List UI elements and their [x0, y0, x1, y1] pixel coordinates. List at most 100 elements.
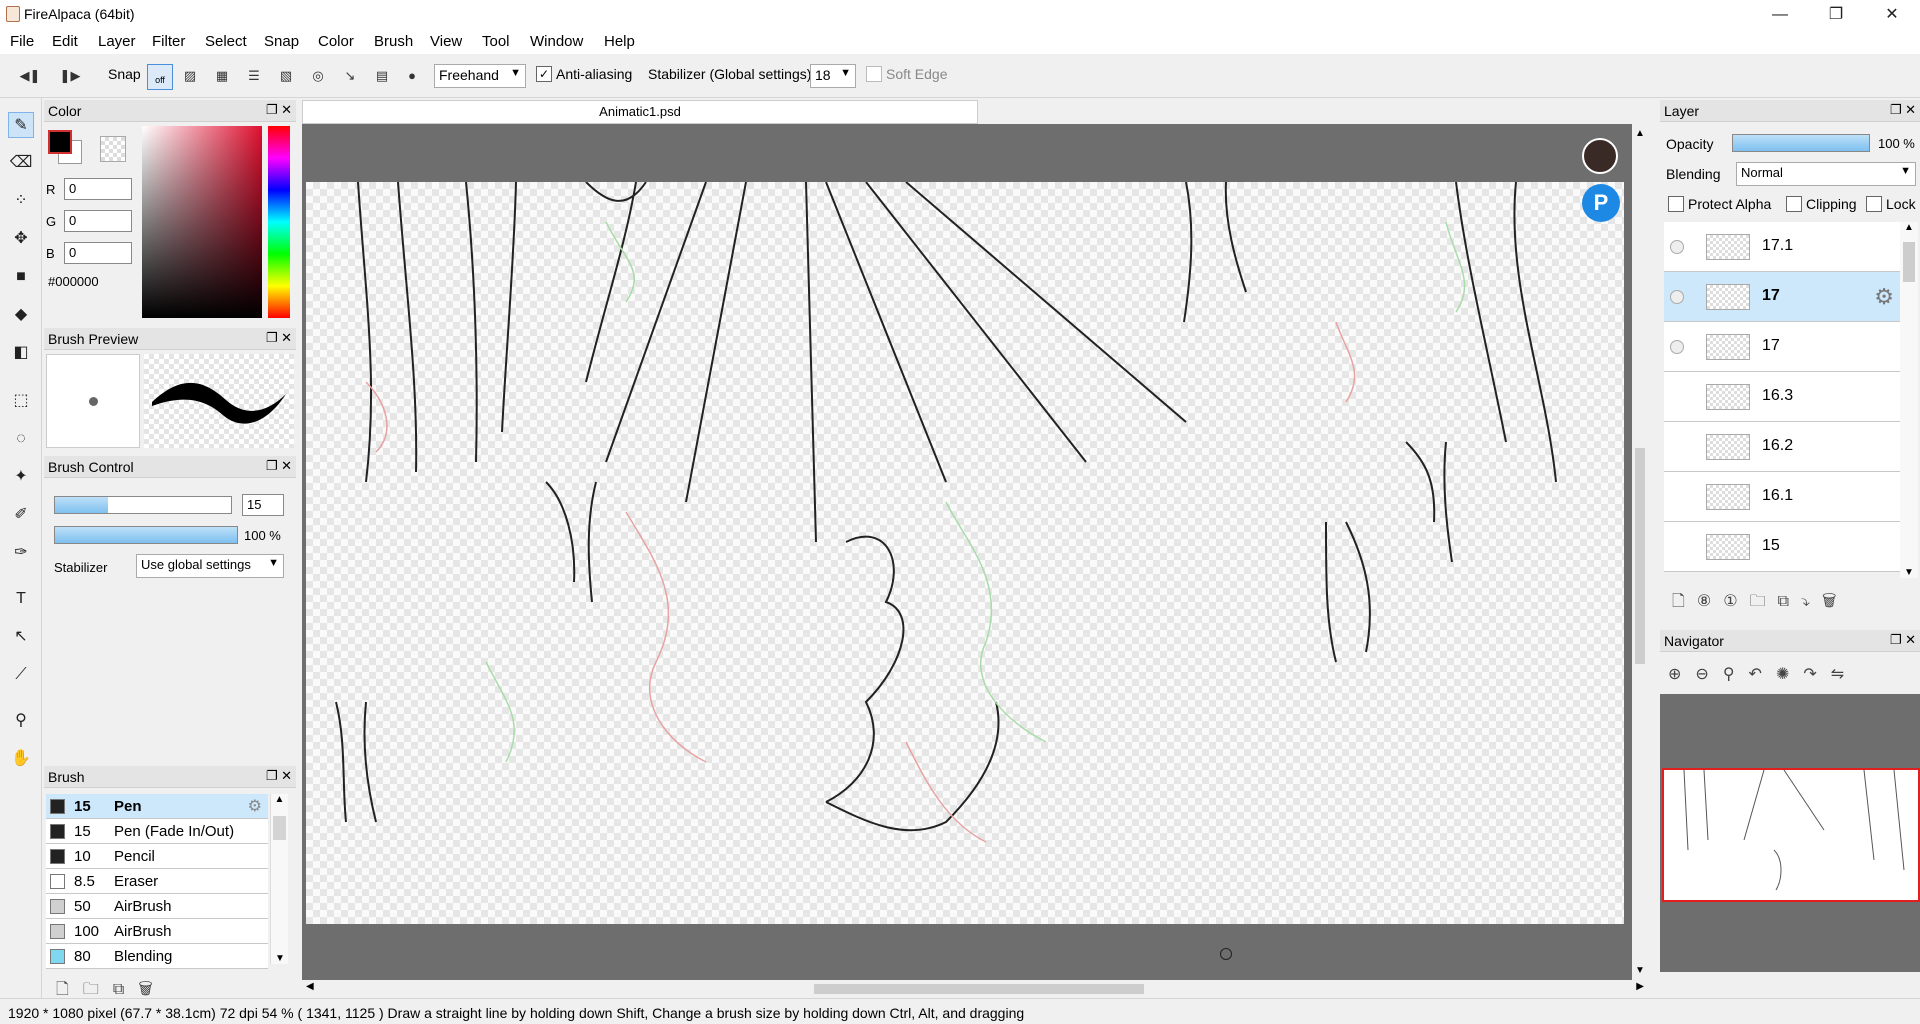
rotate-left-icon[interactable]: ↶: [1749, 666, 1776, 683]
brush-list-item[interactable]: 10 Pencil: [46, 844, 268, 869]
horizontal-scroll-thumb[interactable]: [814, 984, 1144, 994]
pixiv-icon[interactable]: P: [1582, 184, 1620, 222]
menu-filter[interactable]: Filter: [152, 33, 185, 50]
snap-parallel-icon[interactable]: ▨: [178, 64, 202, 88]
canvas-horizontal-scrollbar[interactable]: ◀ ▶: [302, 980, 1648, 998]
scroll-thumb[interactable]: [273, 816, 286, 840]
snap-crisscross-icon[interactable]: ☰: [242, 64, 266, 88]
firealpaca-mascot-icon[interactable]: [1582, 138, 1618, 174]
lasso-tool-icon[interactable]: ◌: [8, 426, 34, 452]
saturation-value-picker[interactable]: [142, 126, 262, 318]
panel-float-close-icons[interactable]: ❐ ✕: [1890, 632, 1916, 648]
new-layer-icon[interactable]: 🗋: [1672, 593, 1697, 610]
scroll-down-icon[interactable]: ▼: [1632, 965, 1648, 976]
scroll-up-icon[interactable]: ▲: [1632, 128, 1648, 139]
brush-list-item[interactable]: 100 AirBrush: [46, 919, 268, 944]
layer-visibility-icon[interactable]: [1670, 340, 1684, 354]
select-pen-tool-icon[interactable]: ✐: [8, 502, 34, 528]
flip-horizontal-icon[interactable]: ⇋: [1831, 666, 1858, 683]
layer-row[interactable]: 17: [1664, 322, 1900, 372]
new-brush-icon[interactable]: 🗋: [56, 981, 83, 998]
previous-frame-icon[interactable]: ◀❚: [18, 64, 42, 88]
brush-list-item[interactable]: 50 AirBrush: [46, 894, 268, 919]
snap-off-button[interactable]: off: [147, 64, 173, 90]
select-tool-icon[interactable]: ⬚: [8, 388, 34, 414]
blue-field[interactable]: 0: [64, 242, 132, 264]
maximize-button[interactable]: ❐: [1808, 0, 1864, 30]
menu-brush[interactable]: Brush: [374, 33, 413, 50]
folder-icon[interactable]: 🗀: [83, 981, 113, 998]
rotate-right-icon[interactable]: ↷: [1803, 666, 1830, 683]
rotate-reset-icon[interactable]: ✺: [1776, 666, 1803, 683]
fill-tool-icon[interactable]: ◆: [8, 302, 34, 328]
hue-slider[interactable]: [268, 126, 290, 318]
layer-row[interactable]: 15: [1664, 522, 1900, 572]
transparent-color-swatch[interactable]: [100, 136, 126, 162]
scroll-up-icon[interactable]: ▲: [271, 794, 288, 805]
zoom-out-icon[interactable]: ⊖: [1695, 666, 1722, 683]
scroll-down-icon[interactable]: ▼: [1900, 567, 1918, 578]
protect-alpha-checkbox[interactable]: [1668, 196, 1684, 212]
clipping-checkbox[interactable]: [1786, 196, 1802, 212]
scroll-up-icon[interactable]: ▲: [1900, 222, 1918, 233]
canvas-vertical-scrollbar[interactable]: ▲ ▼: [1632, 124, 1648, 980]
minimize-button[interactable]: —: [1752, 0, 1808, 30]
eraser-tool-icon[interactable]: ⌫: [8, 150, 34, 176]
brush-list-item[interactable]: 15 Pen ⚙: [46, 794, 268, 819]
panel-float-close-icons[interactable]: ❐ ✕: [266, 102, 292, 118]
brush-tool-icon[interactable]: ✎: [8, 112, 34, 138]
layer-settings-gear-icon[interactable]: ⚙: [1874, 284, 1894, 310]
zoom-reset-icon[interactable]: ⚲: [1723, 666, 1749, 683]
snap-concentric-icon[interactable]: ◎: [306, 64, 330, 88]
layer-row[interactable]: 16.2: [1664, 422, 1900, 472]
next-frame-icon[interactable]: ❚▶: [58, 64, 82, 88]
menu-edit[interactable]: Edit: [52, 33, 78, 50]
layer-row[interactable]: 17 ⚙: [1664, 272, 1900, 322]
snap-curve-icon[interactable]: ↘: [338, 64, 362, 88]
document-tab[interactable]: Animatic1.psd: [302, 100, 978, 124]
menu-select[interactable]: Select: [205, 33, 247, 50]
brush-size-slider[interactable]: [54, 496, 232, 514]
snap-settings-dot-icon[interactable]: ●: [400, 64, 424, 88]
brush-list-item[interactable]: 8.5 Eraser: [46, 869, 268, 894]
draw-mode-dropdown[interactable]: Freehand ▼: [434, 64, 526, 88]
shape-tool-icon[interactable]: ■: [8, 264, 34, 290]
menu-snap[interactable]: Snap: [264, 33, 299, 50]
drawing-canvas[interactable]: [306, 182, 1624, 924]
hand-tool-icon[interactable]: ✋: [8, 746, 34, 772]
scroll-down-icon[interactable]: ▼: [271, 953, 289, 964]
vertical-scroll-thumb[interactable]: [1635, 448, 1645, 664]
brush-list-scrollbar[interactable]: ▲ ▼: [270, 794, 288, 964]
panel-float-close-icons[interactable]: ❐ ✕: [266, 330, 292, 346]
panel-float-close-icons[interactable]: ❐ ✕: [266, 768, 292, 784]
menu-help[interactable]: Help: [604, 33, 635, 50]
menu-file[interactable]: File: [10, 33, 34, 50]
select-eraser-tool-icon[interactable]: ✑: [8, 540, 34, 566]
layer-row[interactable]: 16.3: [1664, 372, 1900, 422]
new-1bit-layer-icon[interactable]: ①: [1723, 593, 1749, 610]
panel-float-close-icons[interactable]: ❐ ✕: [1890, 102, 1916, 118]
layer-visibility-icon[interactable]: [1670, 240, 1684, 254]
eyedropper-tool-icon[interactable]: ⚲: [8, 708, 34, 734]
delete-brush-icon[interactable]: 🗑: [138, 981, 166, 998]
brush-list-item[interactable]: 15 Pen (Fade In/Out): [46, 819, 268, 844]
close-button[interactable]: ✕: [1864, 0, 1920, 30]
red-field[interactable]: 0: [64, 178, 132, 200]
operation-tool-icon[interactable]: ↖: [8, 624, 34, 650]
stabilizer-mode-dropdown[interactable]: Use global settings ▼: [136, 554, 284, 578]
menu-view[interactable]: View: [430, 33, 462, 50]
layer-visibility-icon[interactable]: [1670, 290, 1684, 304]
layer-scroll-thumb[interactable]: [1903, 242, 1915, 282]
antialias-checkbox[interactable]: ✓: [536, 66, 552, 82]
menu-tool[interactable]: Tool: [482, 33, 510, 50]
dot-tool-icon[interactable]: ⁘: [8, 188, 34, 214]
soft-edge-checkbox[interactable]: [866, 66, 882, 82]
divide-tool-icon[interactable]: ⟋: [8, 662, 34, 688]
magic-wand-tool-icon[interactable]: ✦: [8, 464, 34, 490]
snap-3d-perspective-icon[interactable]: ▤: [370, 64, 394, 88]
blending-mode-dropdown[interactable]: Normal ▼: [1736, 162, 1916, 186]
layer-row[interactable]: 17.1: [1664, 222, 1900, 272]
brush-opacity-slider[interactable]: [54, 526, 238, 544]
green-field[interactable]: 0: [64, 210, 132, 232]
new-8bit-layer-icon[interactable]: ⑧: [1697, 593, 1723, 610]
